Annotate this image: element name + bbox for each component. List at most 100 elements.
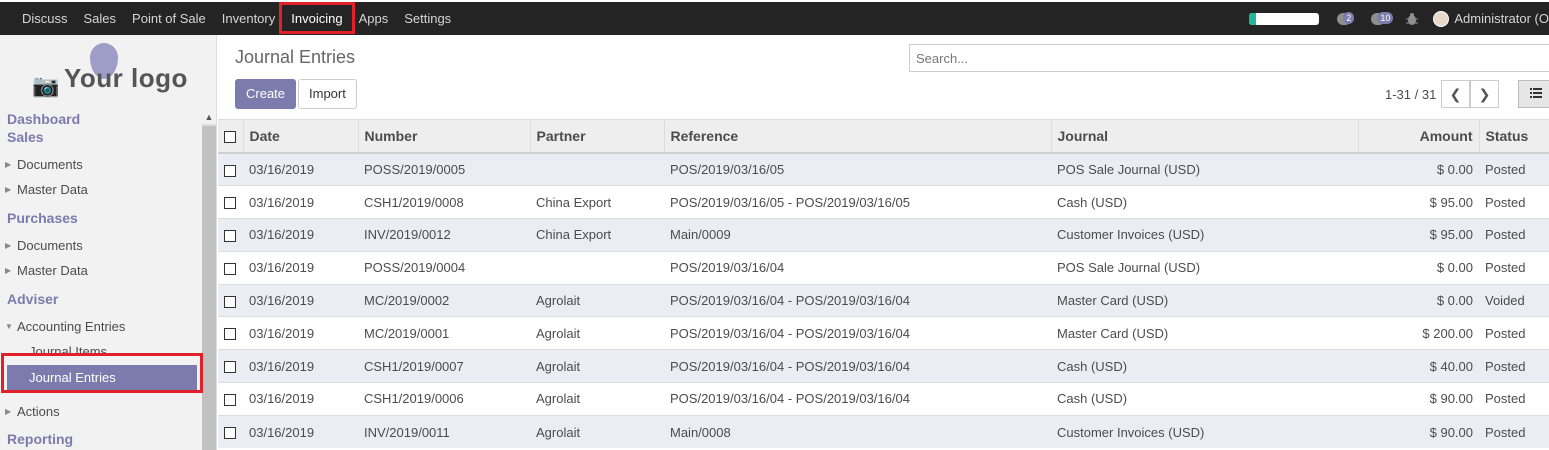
sidebar-item-sales-master-data[interactable]: ▶ Master Data <box>0 177 202 202</box>
progress-fill <box>1249 12 1257 25</box>
chat-icon[interactable]: 2 <box>1337 11 1357 26</box>
sidebar-item-purchases-master-data[interactable]: ▶ Master Data <box>0 258 202 283</box>
row-checkbox[interactable] <box>218 152 243 186</box>
sidebar-menu: Dashboard Sales ▶ Documents ▶ Master Data … <box>0 110 202 448</box>
pager-next-icon[interactable]: ❯ <box>1470 80 1499 108</box>
row-checkbox[interactable] <box>218 414 243 449</box>
column-header-date[interactable]: Date <box>243 120 359 154</box>
messages-count-badge: 10 <box>1377 11 1394 24</box>
cell-date: 03/16/2019 <box>243 414 358 449</box>
highlight-box-invoicing <box>279 2 355 34</box>
cell-reference: POS/2019/03/16/04 <box>664 250 1051 285</box>
pager-value[interactable]: 1-31 / 31 <box>1385 87 1436 102</box>
column-header-status[interactable]: Status <box>1479 120 1549 154</box>
cell-partner: Agrolait <box>530 316 664 350</box>
highlight-box-journal-entries <box>1 353 203 393</box>
sidebar-section-adviser: Adviser <box>7 291 59 307</box>
cell-journal: Cash (USD) <box>1051 382 1358 416</box>
cell-journal: Master Card (USD) <box>1051 283 1358 317</box>
messages-icon[interactable]: 10 <box>1371 11 1394 26</box>
row-checkbox[interactable] <box>218 316 243 350</box>
row-checkbox[interactable] <box>218 283 243 317</box>
topmenu-point-of-sale[interactable]: Point of Sale <box>124 2 214 35</box>
sidebar-item-accounting-entries[interactable]: ▼ Accounting Entries <box>0 314 202 339</box>
table-row[interactable]: 03/16/2019 CSH1/2019/0008 China Export POS/… <box>218 185 1549 219</box>
cell-status: Posted <box>1479 382 1549 416</box>
cell-date: 03/16/2019 <box>243 152 358 186</box>
activity-progress-bar[interactable] <box>1249 12 1320 25</box>
select-all-checkbox[interactable] <box>218 120 244 154</box>
row-checkbox[interactable] <box>218 250 243 285</box>
company-logo[interactable]: 📷 Your logo <box>28 43 198 103</box>
column-header-amount[interactable]: Amount <box>1358 120 1480 154</box>
cell-journal: Customer Invoices (USD) <box>1051 218 1358 252</box>
table-row[interactable]: 03/16/2019 MC/2019/0001 Agrolait POS/2019/0… <box>218 316 1549 350</box>
cell-partner: China Export <box>530 185 664 219</box>
cell-reference: POS/2019/03/16/05 <box>664 152 1051 186</box>
topmenu-sales[interactable]: Sales <box>76 2 125 35</box>
caret-right-icon: ▶ <box>5 407 12 416</box>
top-navbar: Discuss Sales Point of Sale Inventory Invoic… <box>0 0 1549 35</box>
table-row[interactable]: 03/16/2019 CSH1/2019/0006 Agrolait POS/2019… <box>218 382 1549 416</box>
cell-number: CSH1/2019/0008 <box>358 185 530 219</box>
sidebar-item-label: Documents <box>17 238 83 253</box>
list-view-icon[interactable] <box>1518 80 1549 108</box>
table-row[interactable]: 03/16/2019 INV/2019/0011 Agrolait Main/0008… <box>218 414 1549 449</box>
cell-number: POSS/2019/0005 <box>358 152 530 186</box>
row-checkbox[interactable] <box>218 349 243 383</box>
cell-reference: Main/0009 <box>664 218 1051 252</box>
cell-status: Posted <box>1479 250 1549 285</box>
row-checkbox[interactable] <box>218 382 243 416</box>
scrollbar-thumb[interactable] <box>202 126 216 450</box>
column-header-partner[interactable]: Partner <box>530 120 665 154</box>
create-button[interactable]: Create <box>235 79 297 109</box>
row-checkbox[interactable] <box>218 218 243 252</box>
cell-reference: POS/2019/03/16/04 - POS/2019/03/16/04 <box>664 283 1051 317</box>
column-header-number[interactable]: Number <box>358 120 531 154</box>
cell-partner: Agrolait <box>530 283 664 317</box>
table-row[interactable]: 03/16/2019 CSH1/2019/0007 Agrolait POS/2019… <box>218 349 1549 383</box>
scroll-up-icon[interactable]: ▲ <box>202 110 216 124</box>
cell-number: CSH1/2019/0006 <box>358 382 530 416</box>
topmenu-apps[interactable]: Apps <box>351 2 397 35</box>
user-avatar[interactable] <box>1433 10 1450 27</box>
cell-reference: POS/2019/03/16/04 - POS/2019/03/16/04 <box>664 349 1051 383</box>
column-header-journal[interactable]: Journal <box>1051 120 1359 154</box>
topmenu-settings[interactable]: Settings <box>396 2 459 35</box>
column-header-reference[interactable]: Reference <box>664 120 1052 154</box>
caret-right-icon: ▶ <box>5 266 12 275</box>
pager-previous-icon[interactable]: ❮ <box>1441 80 1470 108</box>
sidebar-item-label: Accounting Entries <box>17 319 126 334</box>
sidebar-item-dashboard[interactable]: Dashboard <box>0 110 202 128</box>
bug-icon[interactable] <box>1405 12 1419 26</box>
row-checkbox[interactable] <box>218 185 243 219</box>
import-button[interactable]: Import <box>298 79 357 109</box>
cell-amount: $ 95.00 <box>1358 218 1479 252</box>
cell-amount: $ 0.00 <box>1358 283 1479 317</box>
cell-amount: $ 0.00 <box>1358 152 1479 186</box>
table-header-row: Date Number Partner Reference Journal Am… <box>218 120 1549 154</box>
cell-number: MC/2019/0001 <box>358 316 530 350</box>
cell-date: 03/16/2019 <box>243 349 358 383</box>
sidebar-item-actions[interactable]: ▶ Actions <box>0 399 202 424</box>
cell-amount: $ 40.00 <box>1358 349 1479 383</box>
sidebar-item-label: Master Data <box>17 263 88 278</box>
sidebar-scrollbar[interactable]: ▲ <box>202 110 216 450</box>
topmenu-discuss[interactable]: Discuss <box>14 2 76 35</box>
cell-status: Voided <box>1479 283 1549 317</box>
table-row[interactable]: 03/16/2019 INV/2019/0012 China Export Main/… <box>218 218 1549 252</box>
sidebar-item-purchases-documents[interactable]: ▶ Documents <box>0 233 202 258</box>
table-row[interactable]: 03/16/2019 MC/2019/0002 Agrolait POS/2019/0… <box>218 283 1549 317</box>
cell-journal: POS Sale Journal (USD) <box>1051 250 1358 285</box>
cell-partner: Agrolait <box>530 382 664 416</box>
topmenu-inventory[interactable]: Inventory <box>214 2 283 35</box>
cell-status: Posted <box>1479 316 1549 350</box>
cell-status: Posted <box>1479 185 1549 219</box>
user-menu[interactable]: Administrator (O <box>1454 11 1549 26</box>
table-row[interactable]: 03/16/2019 POSS/2019/0005 POS/2019/03/16/0… <box>218 152 1549 186</box>
search-input[interactable] <box>909 44 1549 72</box>
sidebar-section-purchases: Purchases <box>7 210 78 226</box>
table-row[interactable]: 03/16/2019 POSS/2019/0004 POS/2019/03/16/0… <box>218 250 1549 285</box>
cell-reference: POS/2019/03/16/04 - POS/2019/03/16/04 <box>664 382 1051 416</box>
sidebar-item-sales-documents[interactable]: ▶ Documents <box>0 152 202 177</box>
